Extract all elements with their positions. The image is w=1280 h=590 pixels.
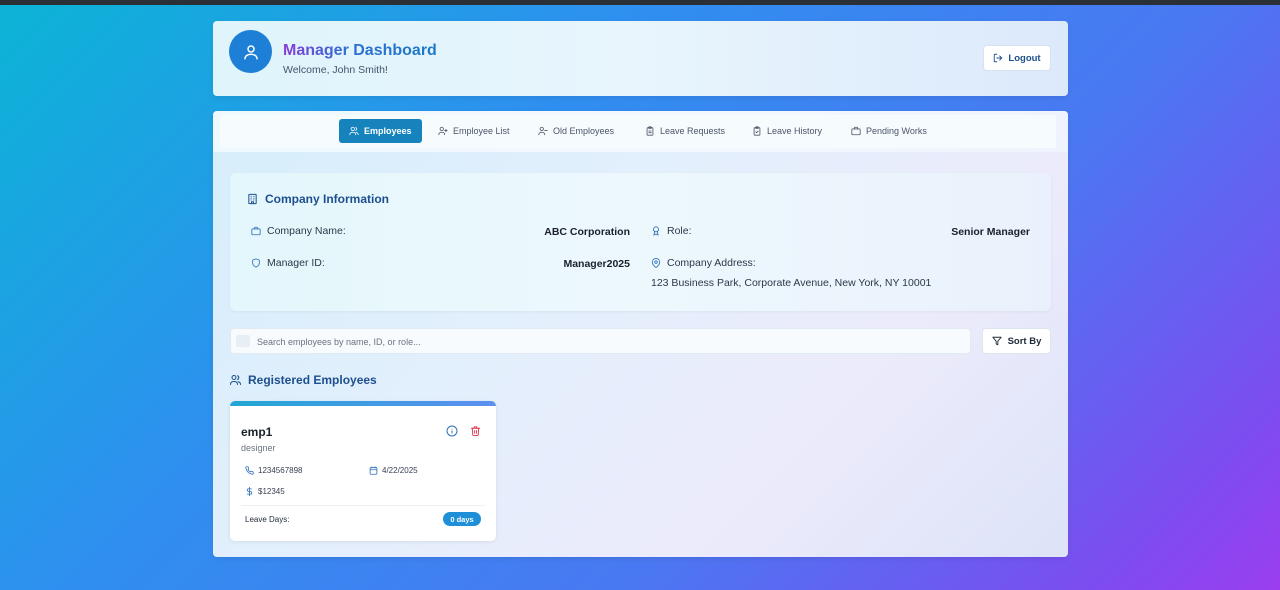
- registered-employees-title: Registered Employees: [229, 373, 377, 387]
- phone-icon: [245, 466, 254, 475]
- tab-leave-requests[interactable]: Leave Requests: [635, 119, 735, 143]
- tab-old-employees[interactable]: Old Employees: [528, 119, 624, 143]
- delete-icon[interactable]: [470, 425, 482, 437]
- sort-by-button[interactable]: Sort By: [982, 328, 1051, 354]
- dollar-icon: [245, 487, 254, 496]
- tab-label: Pending Works: [866, 126, 927, 136]
- clipboard-check-icon: [752, 126, 762, 136]
- tab-label: Old Employees: [553, 126, 615, 136]
- tab-employee-list[interactable]: Employee List: [428, 119, 520, 143]
- search-icon: [236, 335, 250, 347]
- company-info-card: Company Information Company Name: ABC Co…: [230, 173, 1051, 311]
- employee-phone: 1234567898: [245, 466, 303, 475]
- welcome-text: Welcome, John Smith!: [283, 64, 388, 76]
- employee-role: designer: [241, 443, 276, 453]
- shield-icon: [251, 258, 261, 268]
- main-card: Employees Employee List Old Employees Le…: [213, 111, 1068, 557]
- briefcase-icon: [251, 226, 261, 236]
- logout-icon: [993, 53, 1003, 63]
- tab-label: Leave History: [767, 126, 823, 136]
- filter-icon: [991, 336, 1002, 346]
- leave-days-label: Leave Days:: [245, 515, 290, 524]
- tab-leave-history[interactable]: Leave History: [742, 119, 832, 143]
- tab-label: Employee List: [453, 126, 510, 136]
- employee-name: emp1: [241, 425, 273, 439]
- top-strip: [0, 0, 1280, 5]
- leave-days-badge: 0 days: [443, 512, 481, 526]
- info-icon[interactable]: [446, 425, 458, 437]
- employee-join-date: 4/22/2025: [369, 466, 418, 475]
- company-address-label: Company Address:: [651, 257, 756, 269]
- manager-id-label: Manager ID:: [251, 257, 325, 269]
- tab-pending-works[interactable]: Pending Works: [841, 119, 937, 143]
- clipboard-icon: [645, 126, 655, 136]
- employee-salary: $12345: [245, 487, 285, 496]
- users-icon: [229, 374, 242, 386]
- company-address-value: 123 Business Park, Corporate Avenue, New…: [651, 277, 932, 289]
- employee-card: emp1 designer 1234567898 4/22/2025 $1234…: [230, 401, 496, 541]
- company-info-title: Company Information: [247, 192, 389, 206]
- header-card: Manager Dashboard Welcome, John Smith! L…: [213, 21, 1068, 96]
- building-icon: [247, 193, 258, 205]
- company-name-value: ABC Corporation: [544, 226, 630, 238]
- tab-employees[interactable]: Employees: [339, 119, 422, 143]
- user-minus-icon: [538, 126, 548, 136]
- tab-label: Employees: [364, 126, 412, 136]
- page-title: Manager Dashboard: [283, 42, 437, 59]
- logout-button[interactable]: Logout: [983, 45, 1051, 71]
- company-name-label: Company Name:: [251, 225, 346, 237]
- users-icon: [349, 126, 359, 136]
- search-input[interactable]: [257, 333, 957, 351]
- tab-label: Leave Requests: [660, 126, 726, 136]
- manager-id-value: Manager2025: [563, 258, 630, 270]
- award-icon: [651, 226, 661, 236]
- role-label: Role:: [651, 225, 692, 237]
- tabs-bar: Employees Employee List Old Employees Le…: [213, 111, 1068, 152]
- user-plus-icon: [438, 126, 448, 136]
- logout-label: Logout: [1008, 52, 1041, 64]
- calendar-icon: [369, 466, 378, 475]
- briefcase-icon: [851, 126, 861, 136]
- user-avatar-icon: [229, 30, 272, 73]
- search-box[interactable]: [230, 328, 971, 354]
- map-pin-icon: [651, 258, 661, 268]
- role-value: Senior Manager: [951, 226, 1030, 238]
